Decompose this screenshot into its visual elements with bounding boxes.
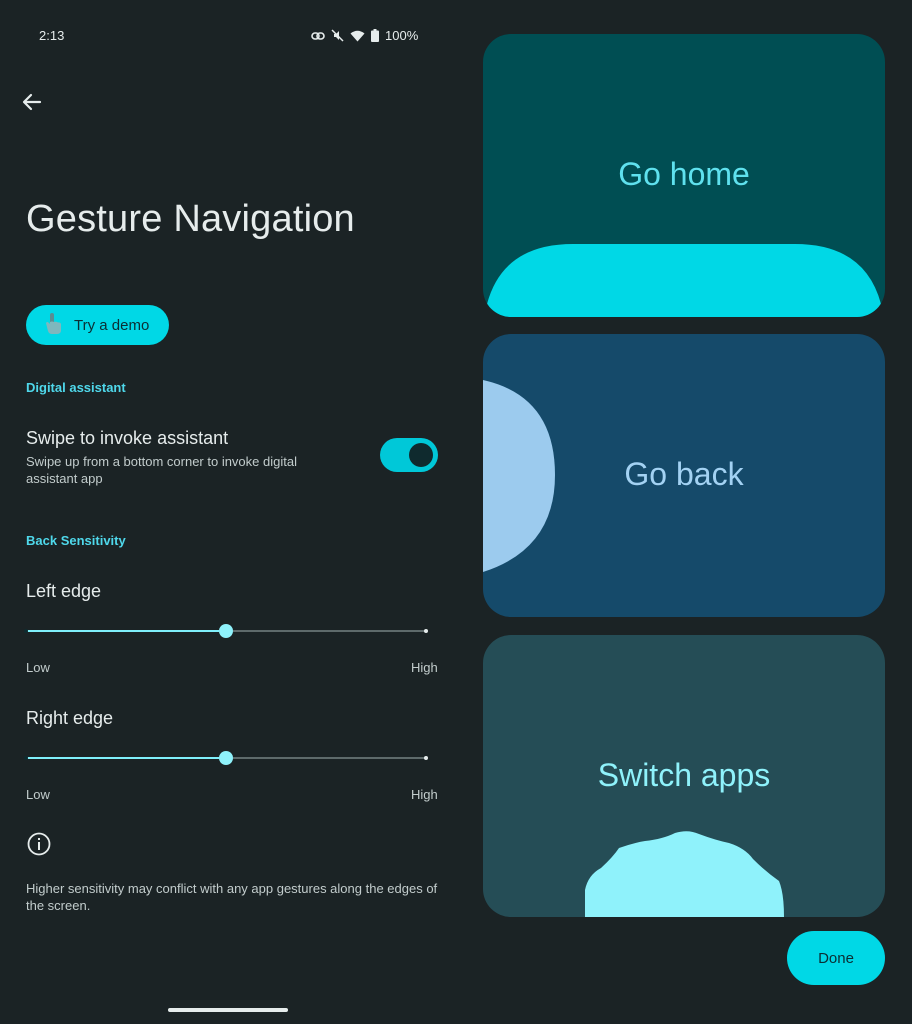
- toggle-knob: [409, 443, 433, 467]
- battery-percent: 100%: [385, 28, 419, 43]
- assistant-pref-subtitle: Swipe up from a bottom corner to invoke …: [26, 454, 297, 486]
- slider-end-dot: [424, 629, 428, 633]
- arrow-back-icon: [22, 92, 42, 117]
- info-icon: [26, 831, 52, 857]
- left-edge-high-label: High: [411, 660, 438, 675]
- section-digital-assistant: Digital assistant: [26, 380, 126, 395]
- slider-inactive-track: [233, 630, 426, 632]
- slider-start-dot: [24, 756, 28, 760]
- slider-active-track: [26, 757, 219, 759]
- assistant-toggle[interactable]: [380, 438, 438, 472]
- back-button[interactable]: [18, 90, 46, 118]
- slider-thumb[interactable]: [219, 751, 233, 765]
- slider-start-dot: [24, 629, 28, 633]
- home-gesture-illustration: [487, 244, 881, 317]
- link-icon: [311, 31, 325, 41]
- switch-apps-card: Switch apps: [483, 635, 885, 917]
- battery-icon: [371, 29, 379, 42]
- status-time: 2:13: [39, 28, 65, 43]
- status-icons: 100%: [311, 28, 418, 43]
- go-back-label: Go back: [624, 456, 744, 492]
- mute-icon: [331, 29, 344, 42]
- left-edge-low-label: Low: [26, 660, 50, 675]
- right-edge-high-label: High: [411, 787, 438, 802]
- touch-hand-icon: [42, 311, 64, 339]
- section-back-sensitivity: Back Sensitivity: [26, 533, 126, 548]
- left-edge-label: Left edge: [26, 581, 102, 601]
- switch-gesture-illustration: [585, 831, 784, 917]
- wifi-icon: [350, 30, 365, 42]
- done-button[interactable]: Done: [787, 931, 885, 985]
- go-home-card: Go home: [483, 34, 885, 317]
- gesture-nav-handle[interactable]: [168, 1008, 288, 1012]
- assistant-pref-title: Swipe to invoke assistant: [26, 428, 229, 448]
- right-edge-label: Right edge: [26, 708, 114, 728]
- slider-inactive-track: [233, 757, 426, 759]
- left-edge-slider[interactable]: [24, 624, 428, 638]
- right-edge-low-label: Low: [26, 787, 50, 802]
- go-back-card: Go back: [483, 334, 885, 617]
- try-demo-label: Try a demo: [74, 316, 150, 334]
- slider-active-track: [26, 630, 219, 632]
- slider-thumb[interactable]: [219, 624, 233, 638]
- try-demo-button[interactable]: Try a demo: [26, 305, 169, 345]
- sensitivity-footnote: Higher sensitivity may conflict with any…: [26, 881, 438, 913]
- slider-end-dot: [424, 756, 428, 760]
- right-edge-slider[interactable]: [24, 751, 428, 765]
- page-title: Gesture Navigation: [26, 198, 355, 240]
